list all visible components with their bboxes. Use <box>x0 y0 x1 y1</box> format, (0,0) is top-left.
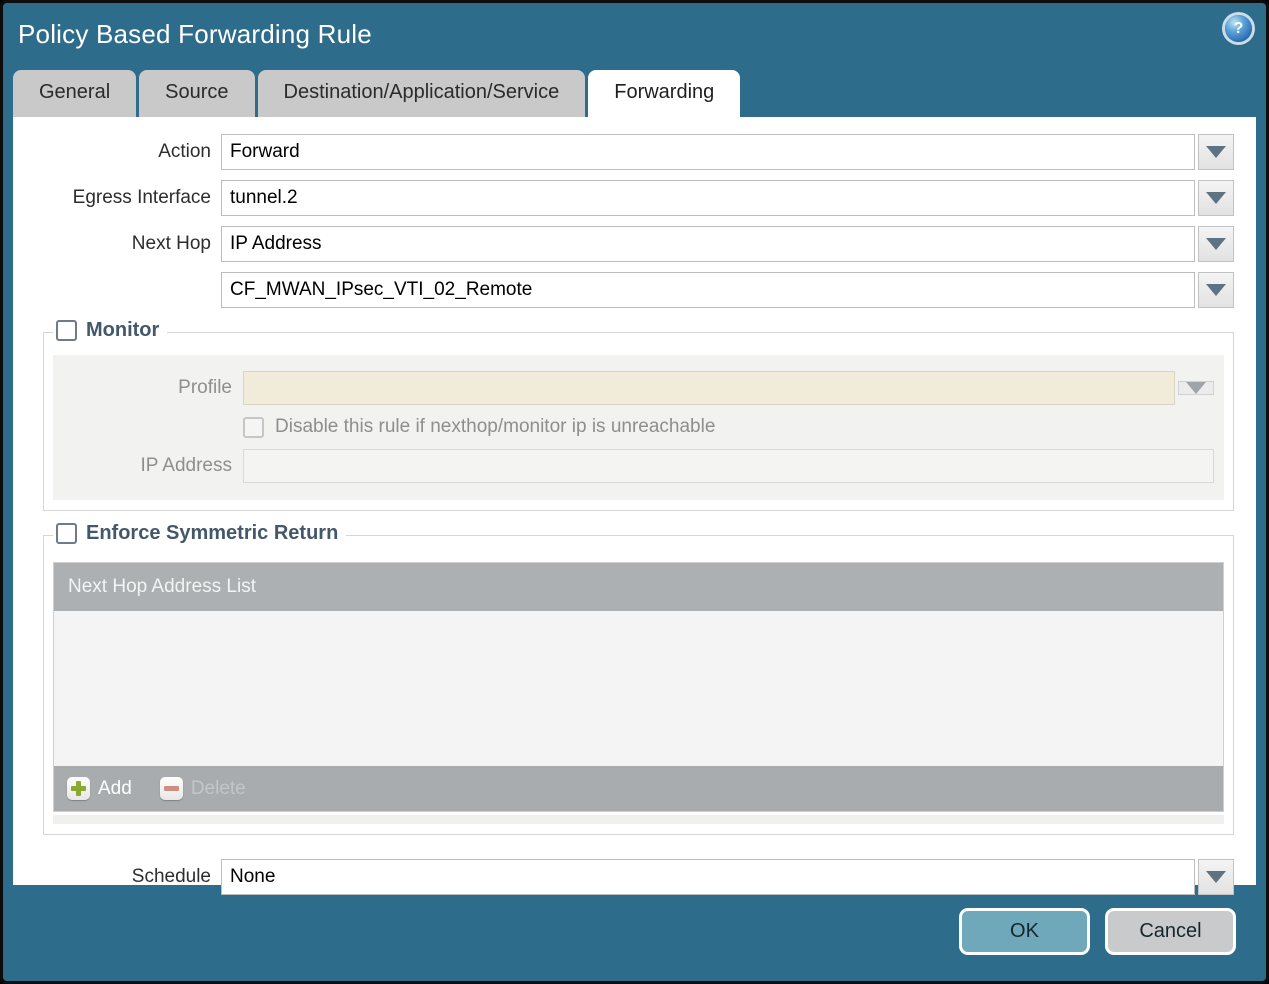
action-row: Action <box>13 134 1234 170</box>
schedule-input[interactable] <box>221 859 1195 895</box>
schedule-dropdown-button[interactable] <box>1198 859 1234 895</box>
plus-icon <box>67 777 90 800</box>
help-glyph: ? <box>1233 19 1244 37</box>
minus-icon <box>159 777 183 800</box>
dialog-title: Policy Based Forwarding Rule <box>18 18 372 49</box>
monitor-legend: Monitor <box>53 319 168 342</box>
egress-interface-label: Egress Interface <box>72 187 211 208</box>
tab-bar: General Source Destination/Application/S… <box>3 65 1266 117</box>
next-hop-address-dropdown-button[interactable] <box>1198 272 1234 308</box>
monitor-ip-address-label: IP Address <box>140 455 232 476</box>
chevron-down-icon <box>1206 192 1226 204</box>
monitor-title: Monitor <box>86 319 160 341</box>
cancel-button[interactable]: Cancel <box>1105 907 1236 955</box>
next-hop-label: Next Hop <box>131 233 211 254</box>
action-dropdown-button[interactable] <box>1198 134 1234 170</box>
enforce-symmetric-return-checkbox[interactable] <box>56 523 77 544</box>
monitor-ip-address-input <box>243 449 1214 483</box>
next-hop-type-input[interactable] <box>221 226 1195 262</box>
next-hop-address-input[interactable] <box>221 272 1195 308</box>
egress-interface-input[interactable] <box>221 180 1195 216</box>
policy-based-forwarding-dialog: Policy Based Forwarding Rule ? General S… <box>0 0 1269 984</box>
profile-dropdown-button <box>1178 381 1214 395</box>
delete-button: Delete <box>159 777 246 800</box>
forwarding-tab-panel: Action Egress Interface Next Hop <box>13 117 1256 895</box>
action-input[interactable] <box>221 134 1195 170</box>
tab-general[interactable]: General <box>13 70 137 117</box>
chevron-down-icon <box>1186 382 1206 394</box>
action-combo <box>221 134 1234 170</box>
add-button[interactable]: Add <box>67 777 132 800</box>
schedule-combo <box>221 859 1234 895</box>
next-hop-combo <box>221 226 1234 262</box>
schedule-label: Schedule <box>131 866 211 887</box>
next-hop-address-combo <box>221 272 1234 308</box>
next-hop-address-list-body <box>54 611 1223 766</box>
disable-rule-checkbox <box>243 416 264 438</box>
chevron-down-icon <box>1206 284 1226 296</box>
profile-label: Profile <box>178 377 232 398</box>
egress-interface-combo <box>221 180 1234 216</box>
action-label: Action <box>158 141 211 162</box>
next-hop-row: Next Hop <box>13 226 1234 262</box>
enforce-symmetric-return-title: Enforce Symmetric Return <box>86 522 339 544</box>
egress-interface-row: Egress Interface <box>13 180 1234 216</box>
add-button-label: Add <box>98 777 132 799</box>
monitor-group: Monitor Profile Disable this rule if nex… <box>43 319 1234 511</box>
dialog-titlebar: Policy Based Forwarding Rule ? <box>3 3 1266 65</box>
monitor-checkbox[interactable] <box>56 320 77 341</box>
ok-button[interactable]: OK <box>959 907 1090 955</box>
tab-forwarding[interactable]: Forwarding <box>588 70 741 117</box>
profile-input <box>243 371 1175 405</box>
chevron-down-icon <box>1206 238 1226 250</box>
table-bottom-strip <box>53 815 1224 824</box>
enforce-symmetric-return-legend: Enforce Symmetric Return <box>53 522 347 545</box>
chevron-down-icon <box>1206 871 1226 883</box>
monitor-ip-address-row: IP Address <box>53 449 1224 483</box>
tab-destination-application-service[interactable]: Destination/Application/Service <box>257 70 586 117</box>
help-icon[interactable]: ? <box>1225 15 1252 42</box>
next-hop-dropdown-button[interactable] <box>1198 226 1234 262</box>
egress-interface-dropdown-button[interactable] <box>1198 180 1234 216</box>
disable-rule-label: Disable this rule if nexthop/monitor ip … <box>275 416 716 437</box>
chevron-down-icon <box>1206 146 1226 158</box>
delete-button-label: Delete <box>190 777 246 799</box>
monitor-panel: Profile Disable this rule if nexthop/mon… <box>53 355 1224 500</box>
disable-rule-row: Disable this rule if nexthop/monitor ip … <box>53 416 1224 438</box>
next-hop-address-list-toolbar: Add Delete <box>54 766 1223 811</box>
next-hop-address-list-header: Next Hop Address List <box>54 563 1223 611</box>
next-hop-address-list-table: Next Hop Address List Add Delete <box>53 562 1224 812</box>
tab-source[interactable]: Source <box>139 70 255 117</box>
dialog-footer: OK Cancel <box>3 885 1266 981</box>
enforce-symmetric-return-group: Enforce Symmetric Return Next Hop Addres… <box>43 522 1234 835</box>
next-hop-address-row <box>13 272 1234 308</box>
profile-row: Profile <box>53 371 1224 405</box>
